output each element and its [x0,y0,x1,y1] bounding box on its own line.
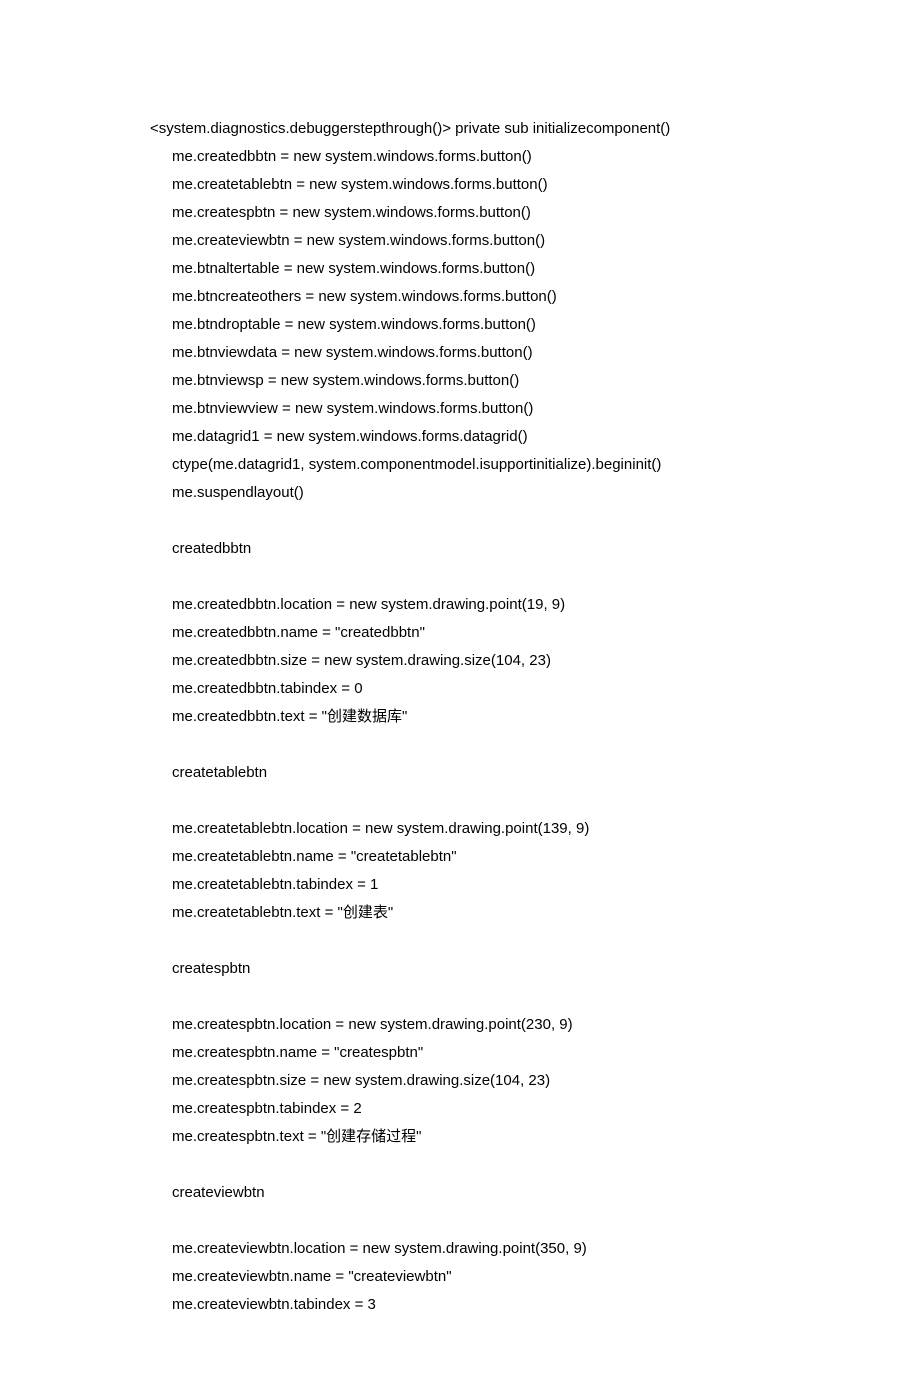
blank-line [150,787,860,815]
code-line: me.btncreateothers = new system.windows.… [150,283,860,311]
code-line: me.createviewbtn.tabindex = 3 [150,1291,860,1319]
code-line: me.createdbbtn.size = new system.drawing… [150,647,860,675]
blank-line [150,507,860,535]
code-line: me.createdbbtn.location = new system.dra… [150,591,860,619]
code-line: me.createviewbtn.location = new system.d… [150,1235,860,1263]
code-line: me.createtablebtn.location = new system.… [150,815,860,843]
code-line: me.btnviewdata = new system.windows.form… [150,339,860,367]
code-line: createspbtn [150,955,860,983]
code-line: me.createspbtn.size = new system.drawing… [150,1067,860,1095]
code-line: me.createviewbtn.name = "createviewbtn" [150,1263,860,1291]
code-line: me.createspbtn = new system.windows.form… [150,199,860,227]
blank-line [150,563,860,591]
code-line: me.btndroptable = new system.windows.for… [150,311,860,339]
code-line: me.createtablebtn.tabindex = 1 [150,871,860,899]
blank-line [150,1151,860,1179]
code-line: <system.diagnostics.debuggerstepthrough(… [150,115,860,143]
code-line: me.createdbbtn.name = "createdbbtn" [150,619,860,647]
blank-line [150,731,860,759]
code-line: me.btnviewsp = new system.windows.forms.… [150,367,860,395]
code-line: me.createspbtn.location = new system.dra… [150,1011,860,1039]
code-line: me.datagrid1 = new system.windows.forms.… [150,423,860,451]
blank-line [150,983,860,1011]
code-line: me.createspbtn.tabindex = 2 [150,1095,860,1123]
code-line: me.suspendlayout() [150,479,860,507]
code-line: createtablebtn [150,759,860,787]
code-line: me.createdbbtn.tabindex = 0 [150,675,860,703]
document-page: <system.diagnostics.debuggerstepthrough(… [0,0,920,1379]
code-line: me.createtablebtn.text = "创建表" [150,899,860,927]
code-line: createviewbtn [150,1179,860,1207]
code-line: createdbbtn [150,535,860,563]
code-line: me.createspbtn.text = "创建存储过程" [150,1123,860,1151]
blank-line [150,1207,860,1235]
code-line: me.createdbbtn = new system.windows.form… [150,143,860,171]
code-line: me.createdbbtn.text = "创建数据库" [150,703,860,731]
code-line: me.createspbtn.name = "createspbtn" [150,1039,860,1067]
code-line: me.createviewbtn = new system.windows.fo… [150,227,860,255]
code-line: me.createtablebtn.name = "createtablebtn… [150,843,860,871]
code-line: ctype(me.datagrid1, system.componentmode… [150,451,860,479]
code-line: me.btnaltertable = new system.windows.fo… [150,255,860,283]
code-line: me.createtablebtn = new system.windows.f… [150,171,860,199]
blank-line [150,927,860,955]
code-line: me.btnviewview = new system.windows.form… [150,395,860,423]
